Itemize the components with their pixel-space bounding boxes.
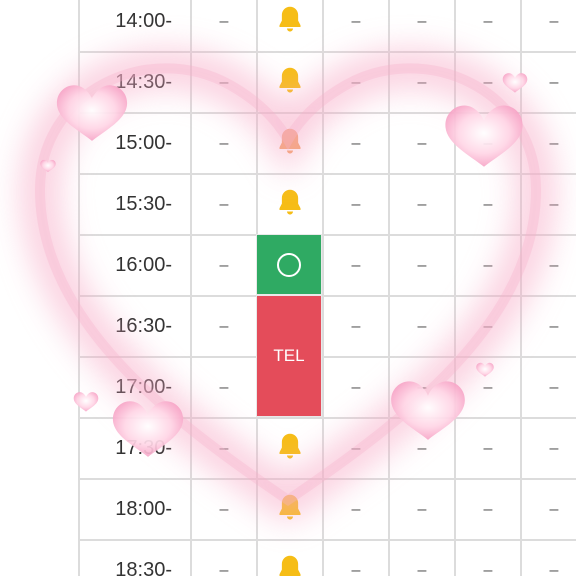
slot-unavailable: –: [520, 234, 576, 295]
time-slot-label: 14:00-: [78, 0, 190, 51]
slot-unavailable: –: [388, 356, 454, 417]
slot-unavailable: –: [190, 356, 256, 417]
slot-unavailable: –: [388, 173, 454, 234]
slot-unavailable: –: [520, 0, 576, 51]
time-slot-label: 16:00-: [78, 234, 190, 295]
slot-unavailable: –: [520, 539, 576, 576]
bell-icon: [275, 187, 305, 222]
slot-unavailable: –: [454, 539, 520, 576]
slot-unavailable: –: [454, 0, 520, 51]
slot-bell-cell[interactable]: [256, 51, 322, 112]
slot-unavailable: –: [190, 417, 256, 478]
time-slot-label: 16:30-: [78, 295, 190, 356]
slot-unavailable: –: [520, 478, 576, 539]
slot-unavailable: –: [454, 112, 520, 173]
slot-unavailable: –: [388, 295, 454, 356]
slot-unavailable: –: [322, 173, 388, 234]
bell-icon: [275, 126, 305, 161]
slot-unavailable: –: [520, 51, 576, 112]
slot-unavailable: –: [520, 112, 576, 173]
time-slot-label: 17:00-: [78, 356, 190, 417]
slot-unavailable: –: [322, 51, 388, 112]
time-slot-label: 15:30-: [78, 173, 190, 234]
slot-unavailable: –: [190, 234, 256, 295]
slot-bell-cell[interactable]: [256, 0, 322, 51]
slot-unavailable: –: [388, 51, 454, 112]
slot-unavailable: –: [322, 478, 388, 539]
slot-bell-cell[interactable]: [256, 173, 322, 234]
slot-unavailable: –: [454, 51, 520, 112]
slot-bell-cell[interactable]: [256, 112, 322, 173]
slot-bell-cell[interactable]: [256, 417, 322, 478]
slot-unavailable: –: [190, 173, 256, 234]
slot-unavailable: –: [454, 356, 520, 417]
slot-unavailable: –: [322, 295, 388, 356]
slot-unavailable: –: [388, 417, 454, 478]
slot-unavailable: –: [454, 234, 520, 295]
slot-unavailable: –: [190, 295, 256, 356]
slot-unavailable: –: [520, 356, 576, 417]
slot-unavailable: –: [322, 0, 388, 51]
slot-unavailable: –: [322, 112, 388, 173]
slot-unavailable: –: [520, 295, 576, 356]
slot-unavailable: –: [454, 417, 520, 478]
slot-unavailable: –: [454, 295, 520, 356]
bell-icon: [275, 4, 305, 39]
slot-unavailable: –: [388, 112, 454, 173]
slot-unavailable: –: [190, 478, 256, 539]
available-circle-icon: [277, 252, 301, 277]
bell-icon: [275, 431, 305, 466]
slot-unavailable: –: [454, 173, 520, 234]
bell-icon: [275, 65, 305, 100]
slot-unavailable: –: [190, 112, 256, 173]
slot-unavailable: –: [520, 417, 576, 478]
slot-unavailable: –: [322, 356, 388, 417]
time-slot-label: 17:30-: [78, 417, 190, 478]
heart-icon: [40, 159, 56, 173]
schedule-screen: 14:00- – – – – –14:30- – – – – –15:00- – – – – –15:3…: [0, 0, 576, 576]
time-slot-label: 15:00-: [78, 112, 190, 173]
slot-bell-cell[interactable]: [256, 539, 322, 576]
time-slot-label: 14:30-: [78, 51, 190, 112]
slot-bell-cell[interactable]: [256, 478, 322, 539]
slot-unavailable: –: [322, 234, 388, 295]
time-slot-label: 18:30-: [78, 539, 190, 576]
slot-unavailable: –: [190, 0, 256, 51]
slot-unavailable: –: [190, 51, 256, 112]
slot-tel-button[interactable]: TEL: [256, 295, 322, 417]
slot-unavailable: –: [388, 539, 454, 576]
slot-unavailable: –: [388, 0, 454, 51]
bell-icon: [275, 553, 305, 576]
bell-icon: [275, 492, 305, 527]
slot-unavailable: –: [454, 478, 520, 539]
slot-unavailable: –: [388, 478, 454, 539]
slot-available-button[interactable]: [256, 234, 322, 295]
slot-unavailable: –: [322, 417, 388, 478]
time-slot-label: 18:00-: [78, 478, 190, 539]
slot-unavailable: –: [388, 234, 454, 295]
slot-unavailable: –: [520, 173, 576, 234]
slot-unavailable: –: [322, 539, 388, 576]
slot-unavailable: –: [190, 539, 256, 576]
